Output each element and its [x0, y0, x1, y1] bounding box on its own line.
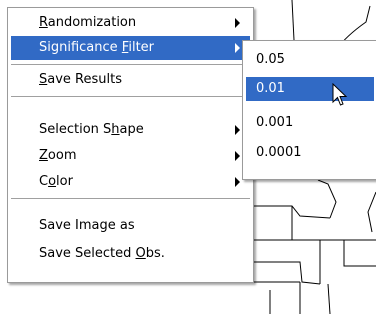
submenu-item-0-001[interactable]: 0.001: [246, 111, 374, 135]
significance-filter-submenu: 0.05 0.01 0.001 0.0001: [242, 40, 376, 180]
menu-separator: [11, 198, 250, 199]
menu-item-label: Significance Filter: [39, 40, 155, 55]
triangle-right-icon: [235, 151, 240, 161]
submenu-item-0-01[interactable]: 0.01: [246, 77, 374, 101]
menu-separator: [11, 96, 250, 97]
triangle-right-icon: [235, 18, 240, 28]
menu-item-label: Zoom: [39, 148, 77, 163]
menu-item-randomization[interactable]: Randomization: [11, 11, 250, 35]
context-menu: Randomization Significance Filter Save R…: [7, 7, 254, 283]
menu-item-label: Randomization: [39, 15, 137, 30]
triangle-right-icon: [235, 177, 240, 187]
menu-item-color[interactable]: Color: [11, 170, 250, 194]
triangle-right-icon: [235, 125, 240, 135]
menu-item-zoom[interactable]: Zoom: [11, 144, 250, 168]
menu-item-label: Save Selected Obs.: [39, 246, 165, 261]
menu-item-save-image-as[interactable]: Save Image as: [11, 214, 250, 238]
submenu-item-0-05[interactable]: 0.05: [246, 48, 374, 72]
menu-item-label: Color: [39, 174, 73, 189]
map-boundary: [343, 240, 376, 267]
menu-separator: [11, 64, 250, 65]
map-boundary: [367, 191, 376, 233]
submenu-item-0-0001[interactable]: 0.0001: [246, 141, 374, 165]
map-boundary: [327, 283, 331, 314]
map-boundary: [254, 261, 321, 285]
menu-item-label: Save Image as: [39, 218, 135, 233]
menu-item-selection-shape[interactable]: Selection Shape: [11, 118, 250, 142]
triangle-right-icon: [235, 43, 240, 53]
menu-item-label: Save Results: [39, 72, 122, 87]
menu-item-save-selected-obs[interactable]: Save Selected Obs.: [11, 242, 250, 266]
arrow-pointer-icon: [332, 83, 348, 106]
map-boundary: [291, 0, 295, 41]
menu-item-save-results[interactable]: Save Results: [11, 68, 250, 92]
menu-item-label: Selection Shape: [39, 122, 144, 137]
map-boundary: [317, 179, 337, 219]
menu-item-significance-filter[interactable]: Significance Filter: [11, 36, 250, 60]
